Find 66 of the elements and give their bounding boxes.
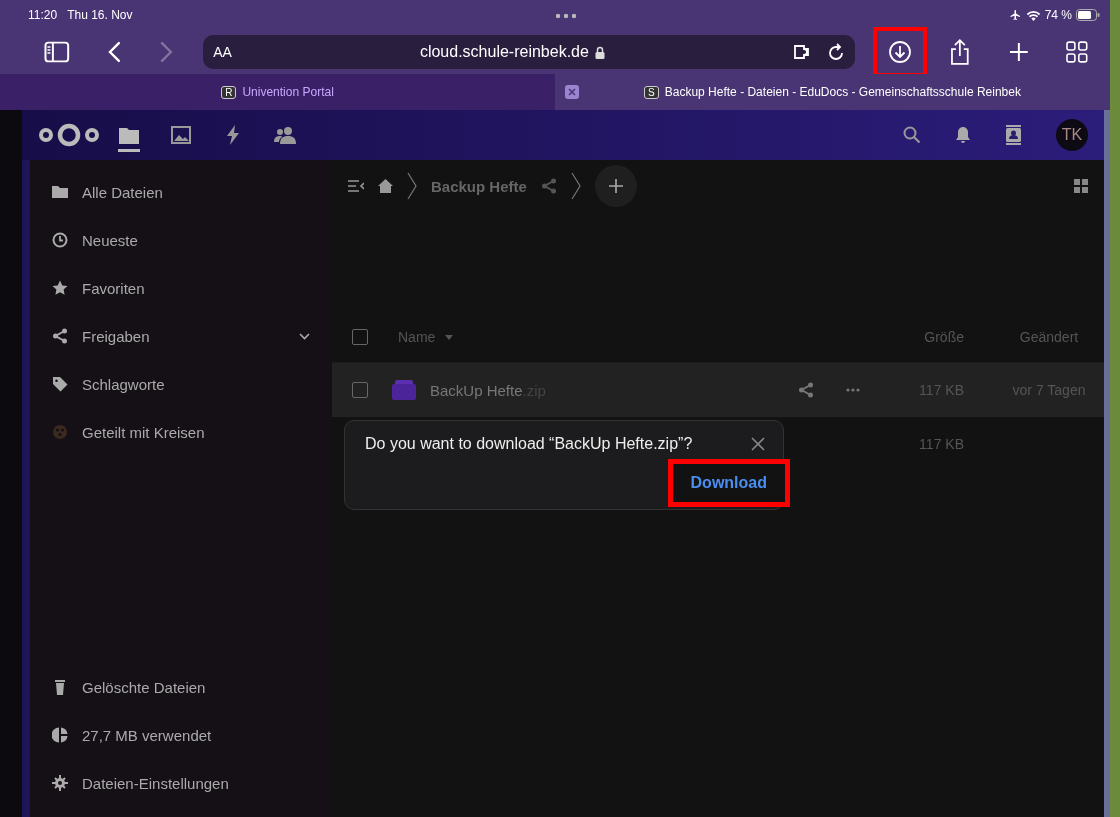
address-bar[interactable]: AA cloud.schule-reinbek.de xyxy=(203,35,855,69)
status-time: 11:20 xyxy=(28,8,58,22)
share-icon[interactable] xyxy=(948,38,971,66)
chevron-down-icon[interactable] xyxy=(299,332,310,340)
sidebar-item[interactable]: Schlagworte xyxy=(30,360,332,408)
reload-icon[interactable] xyxy=(826,42,845,62)
archive-icon xyxy=(392,380,416,400)
download-icon[interactable] xyxy=(887,40,912,64)
plus-icon xyxy=(608,179,623,193)
search-icon[interactable] xyxy=(903,126,921,144)
sidebar-item[interactable]: Neueste xyxy=(30,216,332,264)
tab-title: Backup Hefte - Dateien - EduDocs - Gemeinschaftsschule Reinbek xyxy=(664,85,1021,99)
browser-tab[interactable]: R Univention Portal xyxy=(0,74,555,110)
folder-icon xyxy=(119,126,139,144)
text-size-button[interactable]: AA xyxy=(213,44,232,60)
tab-overview-icon[interactable] xyxy=(1066,41,1088,63)
more-icon[interactable] xyxy=(846,388,860,392)
folder-icon xyxy=(52,184,68,200)
grid-view-icon[interactable] xyxy=(1074,179,1088,193)
lightning-icon xyxy=(226,125,240,145)
chevron-right-icon xyxy=(407,172,417,200)
sidebar-item[interactable]: Alle Dateien xyxy=(30,168,332,216)
pie-icon xyxy=(52,727,68,743)
battery-percent: 74 % xyxy=(1044,8,1072,22)
contacts-icon[interactable] xyxy=(1005,125,1022,145)
favicon: S xyxy=(644,85,659,99)
checkbox[interactable] xyxy=(352,329,368,345)
chevron-right-icon xyxy=(570,172,581,200)
user-avatar[interactable]: TK xyxy=(1056,119,1088,151)
bell-icon[interactable] xyxy=(955,125,971,145)
sidebar-item[interactable]: Dateien-Einstellungen xyxy=(30,759,332,807)
dialog-message: Do you want to download “BackUp Hefte.zip”? xyxy=(365,435,693,453)
menu-toggle-icon[interactable] xyxy=(348,180,364,192)
close-icon[interactable] xyxy=(565,85,579,99)
multitask-dots-icon[interactable] xyxy=(555,13,577,19)
wifi-icon xyxy=(1025,9,1041,21)
clock-icon xyxy=(52,232,68,248)
home-icon[interactable] xyxy=(378,179,393,193)
logo-icon[interactable] xyxy=(38,122,100,148)
url-text: cloud.schule-reinbek.de xyxy=(419,43,589,61)
image-icon xyxy=(171,126,191,144)
trash-icon xyxy=(52,679,68,695)
circles-icon xyxy=(52,424,68,440)
sidebar-item[interactable]: Favoriten xyxy=(30,264,332,312)
tag-icon xyxy=(52,376,68,392)
sidebar-item[interactable]: Freigaben xyxy=(30,312,332,360)
people-icon xyxy=(274,126,296,144)
star-icon xyxy=(52,280,68,296)
favicon: R xyxy=(221,85,237,99)
close-icon[interactable] xyxy=(751,437,765,451)
sidebar-icon[interactable] xyxy=(44,41,70,63)
new-tab-icon[interactable] xyxy=(1008,42,1029,62)
share-icon xyxy=(52,328,68,344)
checkbox[interactable] xyxy=(352,382,368,398)
back-icon[interactable] xyxy=(107,41,122,63)
new-button[interactable] xyxy=(594,165,637,207)
status-date: Thu 16. Nov xyxy=(67,8,133,22)
airplane-icon xyxy=(1008,9,1022,21)
sort-icon[interactable] xyxy=(445,334,454,340)
tab-title: Univention Portal xyxy=(242,85,334,99)
sidebar-item[interactable]: Geteilt mit Kreisen xyxy=(30,408,332,456)
sidebar-item[interactable]: 27,7 MB verwendet xyxy=(30,711,332,759)
battery-icon xyxy=(1076,9,1100,21)
lock-icon xyxy=(594,45,605,59)
gear-icon xyxy=(52,775,68,791)
sidebar-item[interactable]: Gelöschte Dateien xyxy=(30,663,332,711)
